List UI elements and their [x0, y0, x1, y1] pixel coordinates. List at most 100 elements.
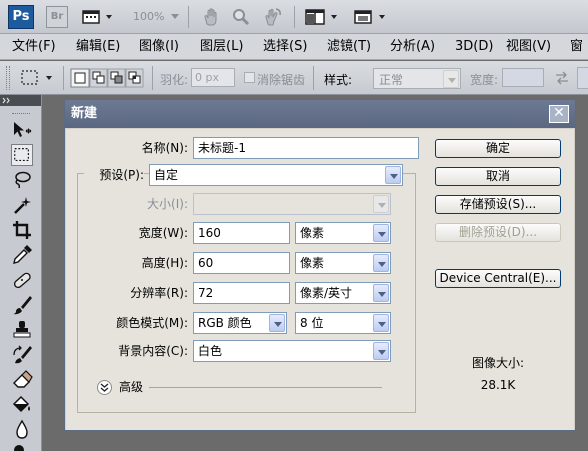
dialog-close-button[interactable]: ✕ — [549, 105, 569, 123]
chevron-down-icon — [373, 284, 389, 302]
resolution-label: 分辨率(R): — [130, 286, 188, 300]
resolution-input[interactable]: 72 — [193, 282, 290, 304]
chevron-down-icon — [373, 342, 389, 360]
resolution-unit-value: 像素/英寸 — [300, 286, 353, 300]
menu-edit[interactable]: 编辑(E) — [76, 37, 120, 57]
dialog-title-bar[interactable]: 新建 — [65, 100, 575, 128]
name-input[interactable]: 未标题-1 — [193, 137, 419, 159]
toolbar-divider — [294, 6, 295, 28]
cancel-button[interactable]: 取消 — [435, 167, 561, 186]
style-select[interactable]: 正常 — [373, 68, 461, 89]
menu-view[interactable]: 视图(V) — [506, 37, 551, 57]
background-value: 白色 — [198, 344, 223, 358]
dodge-icon[interactable] — [11, 439, 33, 451]
brush-icon[interactable] — [11, 294, 33, 316]
eyedropper-icon[interactable] — [11, 244, 33, 266]
hand-icon[interactable] — [201, 7, 221, 27]
menu-3d[interactable]: 3D(D) — [455, 37, 493, 57]
chevron-down-icon — [385, 166, 401, 184]
resolution-unit-select[interactable]: 像素/英寸 — [295, 282, 391, 304]
screen-mode-icon — [354, 10, 385, 24]
close-icon: ✕ — [553, 105, 565, 121]
width-input[interactable]: 160 — [193, 222, 290, 244]
chevron-down-icon — [373, 314, 389, 332]
healing-brush-icon[interactable] — [11, 269, 33, 291]
menu-image[interactable]: 图像(I) — [139, 37, 179, 57]
height-unit-value: 像素 — [300, 256, 325, 270]
advanced-label: 高级 — [119, 380, 144, 394]
chevron-down-icon — [373, 224, 389, 242]
menu-filter[interactable]: 滤镜(T) — [327, 37, 371, 57]
move-icon[interactable] — [11, 119, 33, 141]
image-size-value: 28.1K — [480, 378, 516, 392]
bridge-launch-button[interactable]: Br — [46, 6, 68, 28]
menu-select[interactable]: 选择(S) — [263, 37, 307, 57]
menu-layer[interactable]: 图层(L) — [200, 37, 243, 57]
bit-depth-select[interactable]: 8 位 — [295, 312, 391, 334]
tools-panel-grip[interactable] — [12, 113, 30, 114]
height-unit-select[interactable]: 像素 — [295, 252, 391, 274]
height-label: 高度(H): — [141, 256, 188, 270]
chevron-down-icon — [373, 254, 389, 272]
width-label: 宽度(W): — [138, 226, 188, 240]
swap-icon[interactable] — [554, 71, 570, 85]
paint-bucket-icon[interactable] — [11, 394, 33, 416]
width-unit-value: 像素 — [300, 226, 325, 240]
preset-label: 预设(P): — [84, 164, 144, 186]
eraser-icon[interactable] — [11, 369, 33, 391]
chevron-down-icon — [373, 195, 389, 213]
menu-file[interactable]: 文件(F) — [12, 37, 56, 57]
device-central-button[interactable]: Device Central(E)... — [435, 269, 561, 288]
bit-depth-value: 8 位 — [300, 316, 324, 330]
document-layout-button[interactable] — [80, 8, 116, 26]
background-select[interactable]: 白色 — [193, 340, 391, 362]
advanced-divider — [149, 387, 382, 388]
zoom-icon[interactable] — [231, 7, 251, 27]
chevron-down-icon — [443, 70, 459, 88]
options-bar-grip[interactable] — [6, 66, 10, 90]
history-brush-icon[interactable] — [11, 344, 33, 366]
tools-panel-header[interactable] — [0, 95, 41, 106]
lasso-icon[interactable] — [11, 169, 33, 191]
menu-analysis[interactable]: 分析(A) — [390, 37, 435, 57]
rotate-view-icon[interactable] — [261, 7, 283, 27]
arrange-documents-icon — [305, 9, 337, 25]
blur-icon[interactable] — [11, 419, 33, 441]
antialias-checkbox[interactable] — [244, 72, 255, 83]
zoom-dropdown-icon[interactable] — [170, 13, 180, 21]
save-preset-button[interactable]: 存储预设(S)... — [435, 195, 561, 214]
magic-wand-icon[interactable] — [11, 194, 33, 216]
background-label: 背景内容(C): — [118, 344, 188, 358]
feather-input[interactable]: 0 px — [191, 68, 235, 87]
arrange-documents-button[interactable] — [304, 7, 342, 27]
delete-preset-button[interactable]: 删除预设(D)... — [435, 223, 561, 242]
color-mode-label: 颜色模式(M): — [116, 316, 188, 330]
style-select-value: 正常 — [379, 73, 404, 87]
size-select[interactable] — [193, 193, 391, 215]
toolbar-divider — [313, 66, 314, 90]
width-input[interactable] — [502, 68, 544, 87]
height-input[interactable]: 60 — [193, 252, 290, 274]
antialias-label: 消除锯齿 — [257, 73, 306, 87]
color-mode-select[interactable]: RGB 颜色 — [193, 312, 287, 334]
width-unit-select[interactable]: 像素 — [295, 222, 391, 244]
zoom-level[interactable]: 100% — [133, 10, 164, 23]
tool-preset-picker[interactable] — [16, 67, 58, 89]
dialog-title: 新建 — [71, 106, 98, 121]
ok-button[interactable]: 确定 — [435, 139, 561, 158]
preset-select[interactable]: 自定 — [149, 164, 403, 186]
crop-icon[interactable] — [11, 219, 33, 241]
menu-window[interactable]: 窗 — [570, 37, 583, 57]
selection-mode-group — [70, 68, 144, 88]
style-label: 样式: — [324, 73, 353, 87]
marquee-icon[interactable] — [11, 144, 33, 166]
height-input[interactable] — [577, 67, 588, 89]
name-label: 名称(N): — [141, 141, 188, 155]
feather-label: 羽化: — [160, 73, 189, 87]
application-bar: Ps Br 100% — [0, 0, 588, 34]
advanced-toggle[interactable] — [97, 380, 112, 395]
screen-mode-button[interactable] — [352, 7, 390, 27]
clone-stamp-icon[interactable] — [11, 319, 33, 341]
double-chevron-down-icon — [100, 383, 109, 392]
rectangular-marquee-icon — [21, 70, 52, 85]
